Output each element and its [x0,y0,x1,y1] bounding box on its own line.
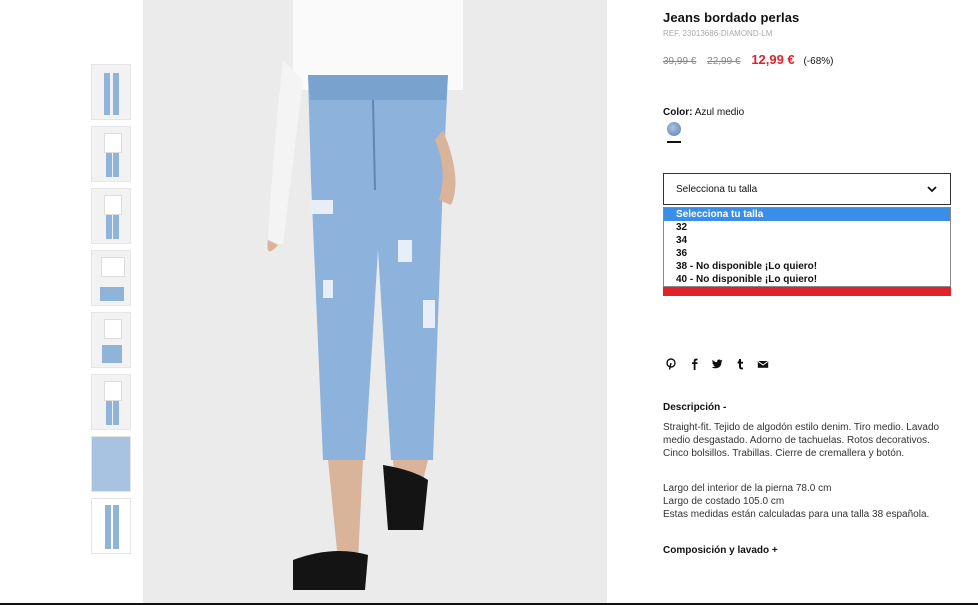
measure-line: Largo del interior de la pierna 78.0 cm [663,483,832,494]
thumbnail-1[interactable] [91,64,131,120]
color-label-key: Color: [663,107,693,118]
size-options-list: Selecciona tu talla 32 34 36 38 - No dis… [663,207,951,287]
product-title: Jeans bordado perlas [663,10,800,25]
pinterest-icon[interactable] [665,358,677,370]
add-to-cart-bar[interactable] [663,287,951,296]
price-original: 39,99 € [663,56,697,67]
twitter-icon[interactable] [711,358,723,370]
color-value: Azul medio [694,107,745,118]
size-option[interactable]: 32 [664,221,950,234]
composition-toggle[interactable]: Composición y lavado + [663,545,778,556]
share-icons [665,358,769,370]
size-select-value: Selecciona tu talla [676,184,758,195]
measurements: Largo del interior de la pierna 78.0 cm … [663,482,929,521]
price-previous: 22,99 € [707,56,741,67]
thumbnail-4[interactable] [91,250,131,306]
thumbnail-6[interactable] [91,374,131,430]
thumbnail-2[interactable] [91,126,131,182]
size-option[interactable]: 34 [664,234,950,247]
price-row: 39,99 € 22,99 € 12,99 € (-68%) [663,52,833,67]
size-option[interactable]: 38 - No disponible ¡Lo quiero! [664,260,950,273]
thumbnail-list [91,64,131,560]
mail-icon[interactable] [757,358,769,370]
measure-line: Estas medidas están calculadas para una … [663,509,930,520]
product-main-image[interactable] [143,0,607,605]
size-option[interactable]: 36 [664,247,950,260]
color-label: Color: Azul medio [663,107,744,118]
size-option[interactable]: 40 - No disponible ¡Lo quiero! [664,273,950,286]
product-reference: REF. 23013686-DIAMOND-LM [663,29,773,38]
description-text: Straight-fit. Tejido de algodón estilo d… [663,422,940,459]
thumbnail-7[interactable] [91,436,131,492]
facebook-icon[interactable] [688,358,700,370]
color-swatch[interactable] [667,122,681,136]
thumbnail-3[interactable] [91,188,131,244]
swatch-selected-indicator [667,141,681,143]
discount-badge: (-68%) [803,56,834,67]
size-option[interactable]: Selecciona tu talla [664,208,950,221]
tumblr-icon[interactable] [734,358,746,370]
thumbnail-8[interactable] [91,498,131,554]
chevron-down-icon [927,186,937,193]
measure-line: Largo de costado 105.0 cm [663,496,785,507]
thumbnail-5[interactable] [91,312,131,368]
jeans-illustration [143,0,607,605]
description-toggle[interactable]: Descripción - [663,402,726,413]
size-select[interactable]: Selecciona tu talla [663,173,951,205]
price-current: 12,99 € [751,52,795,67]
